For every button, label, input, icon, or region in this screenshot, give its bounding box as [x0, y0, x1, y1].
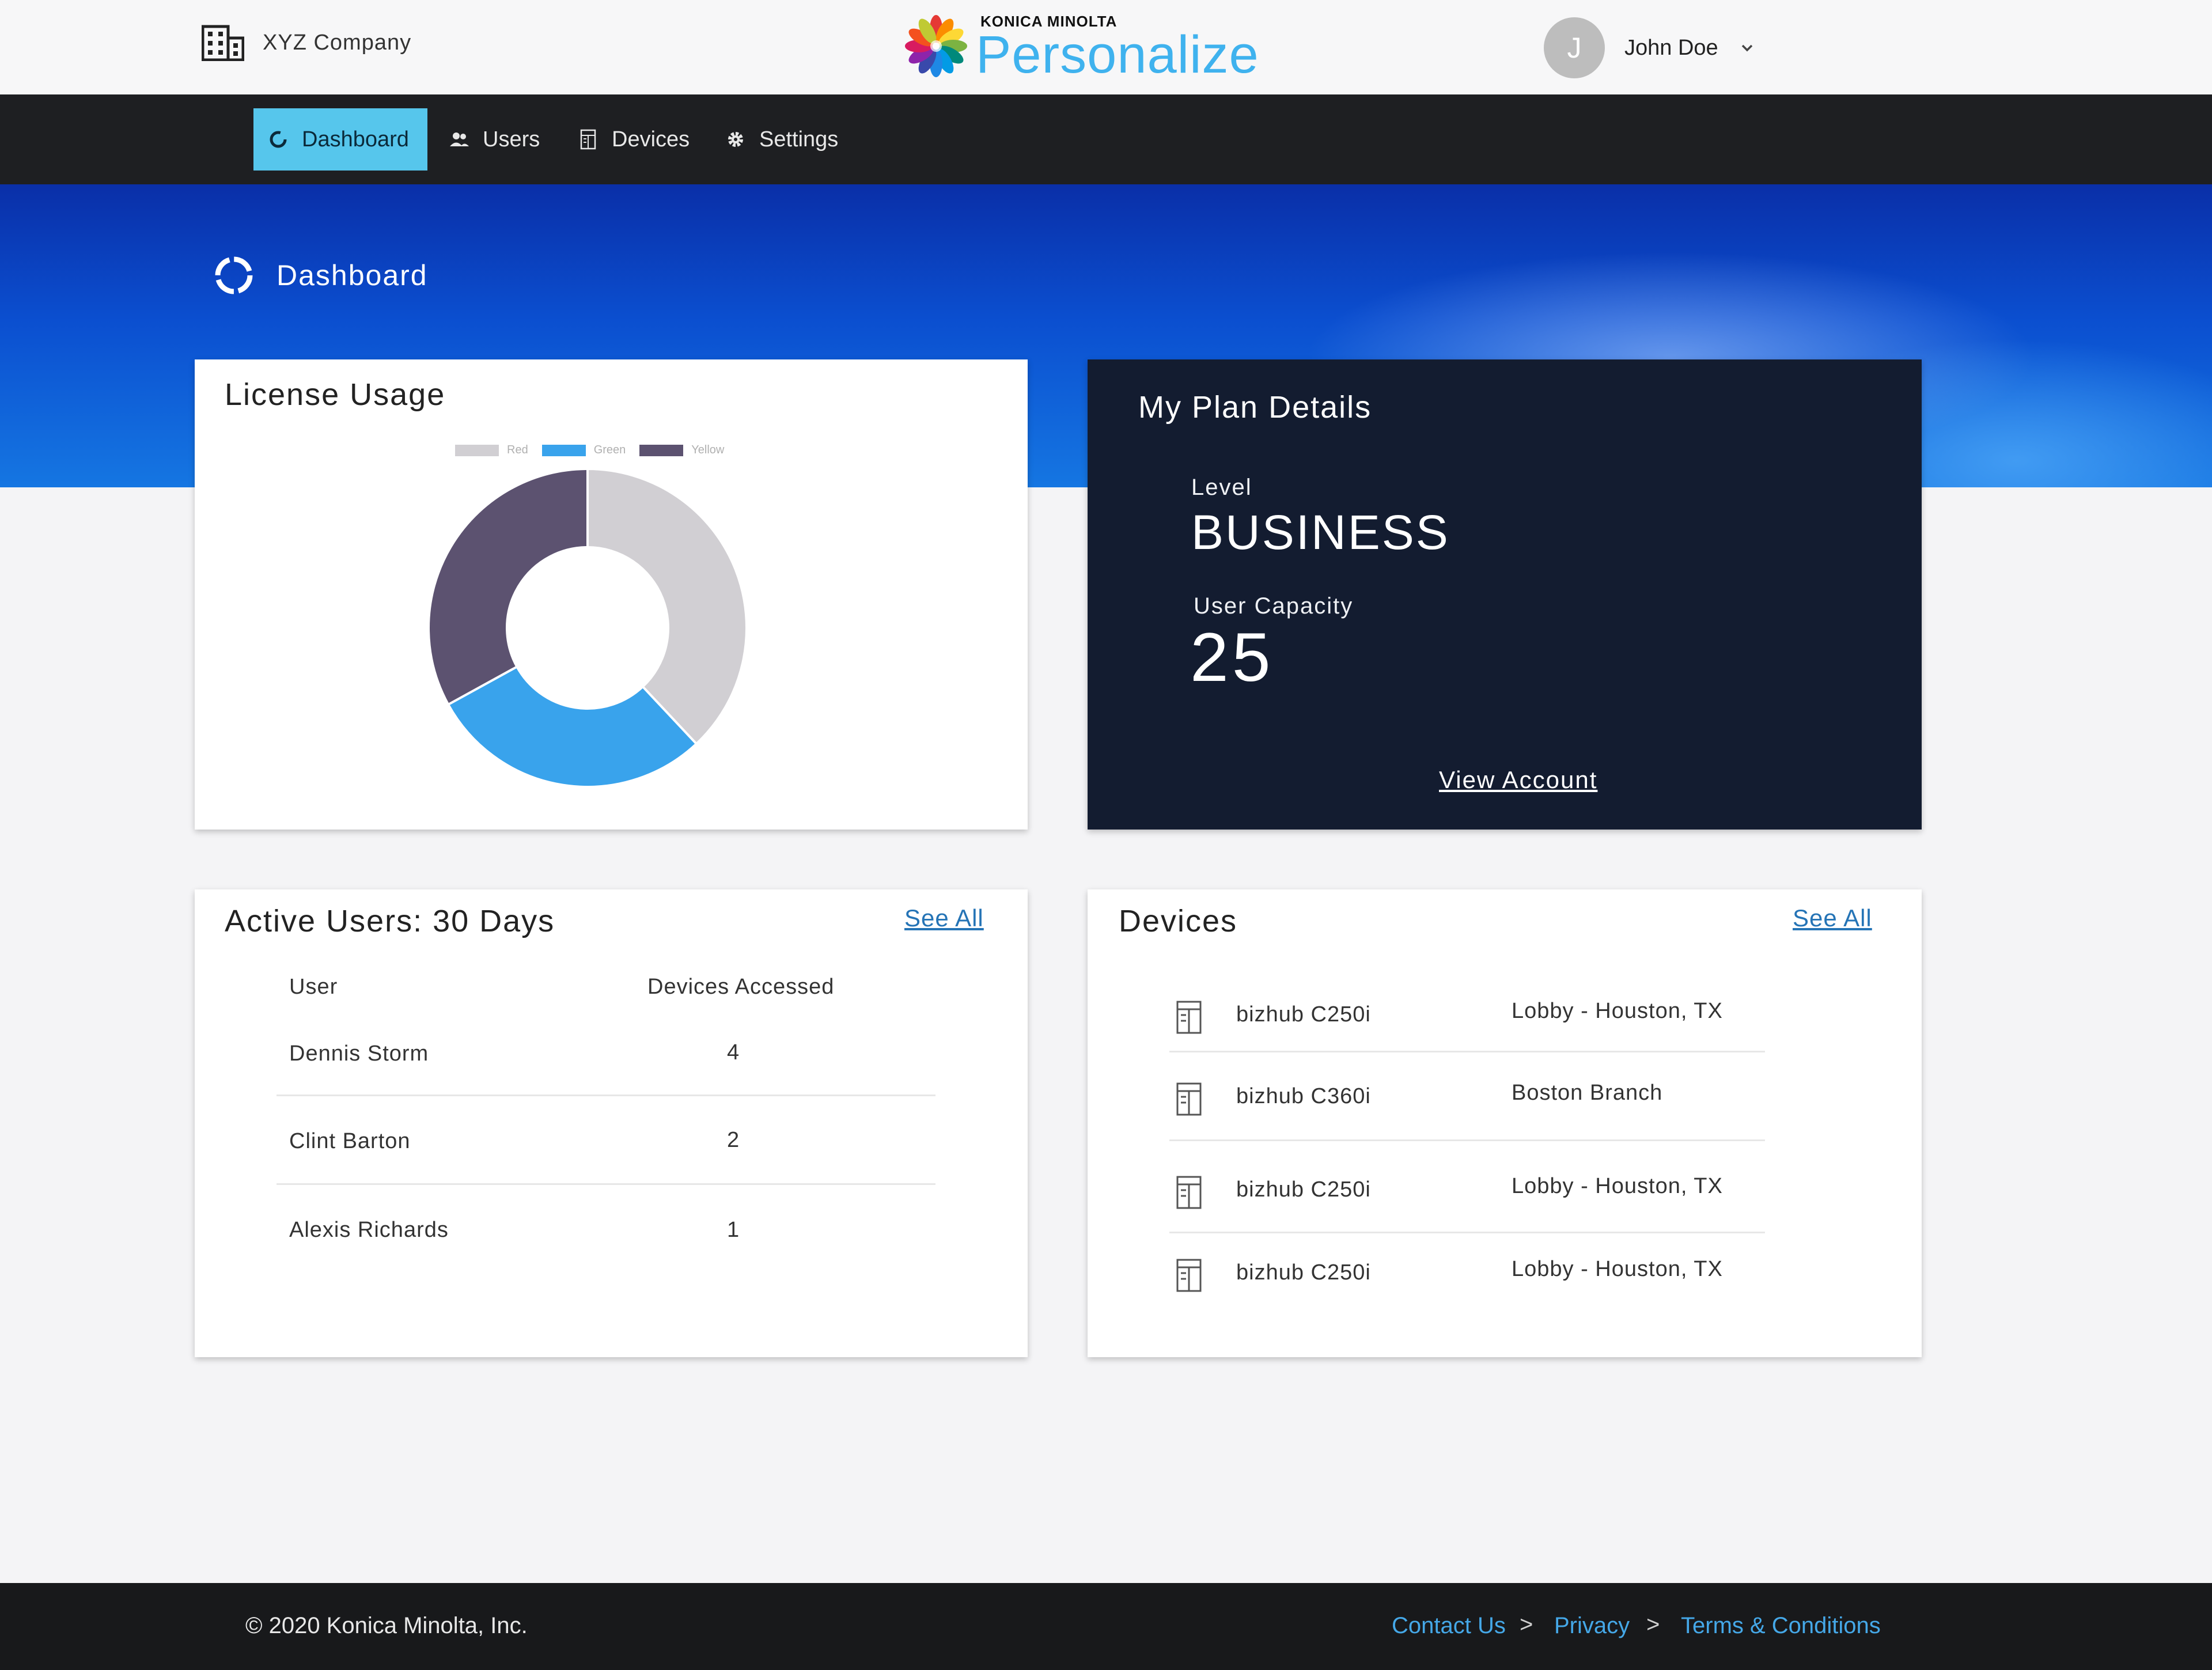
active-users-see-all-link[interactable]: See All: [904, 904, 984, 932]
devices-see-all-link[interactable]: See All: [1793, 904, 1872, 932]
dashboard-ring-icon: [215, 256, 253, 294]
row-divider: [276, 1095, 935, 1096]
view-account-link[interactable]: View Account: [1439, 766, 1597, 794]
footer-link-contact[interactable]: Contact Us: [1392, 1613, 1506, 1639]
device-model: bizhub C250i: [1236, 1002, 1371, 1027]
page-title: Dashboard: [212, 253, 428, 297]
copyright-text: © 2020 Konica Minolta, Inc.: [245, 1613, 528, 1638]
legend-label-green: Green: [593, 444, 626, 456]
nav-settings[interactable]: Settings: [711, 108, 852, 171]
license-usage-title: License Usage: [225, 377, 446, 412]
active-users-card: Active Users: 30 Days See All User Devic…: [195, 889, 1028, 1357]
page-title-text: Dashboard: [276, 259, 428, 291]
konica-flower-logo-icon: [905, 14, 967, 77]
devices-title: Devices: [1119, 904, 1238, 938]
legend-swatch-green: [541, 444, 586, 456]
row-divider: [1169, 1139, 1765, 1141]
chevron-down-icon: [1741, 44, 1752, 52]
footer-link-privacy[interactable]: Privacy: [1554, 1613, 1630, 1639]
nav-settings-label: Settings: [759, 127, 839, 152]
row-divider: [1169, 1051, 1765, 1052]
users-icon: [450, 132, 469, 146]
top-header: XYZ Company KONICA MINOLTA Personalize J…: [0, 0, 2212, 94]
device-location: Lobby - Houston, TX: [1512, 1174, 1723, 1198]
plan-capacity-value: 25: [1190, 619, 1274, 696]
footer-separator: >: [1520, 1612, 1533, 1637]
nav-users[interactable]: Users: [434, 108, 554, 171]
devices-count-cell: 2: [727, 1128, 740, 1152]
user-name: John Doe: [1624, 35, 1718, 60]
nav-dashboard-label: Dashboard: [302, 127, 409, 152]
donut-slice-red[interactable]: [586, 467, 748, 746]
printer-device-icon: [1176, 1001, 1202, 1034]
building-icon: [202, 25, 244, 61]
device-location: Boston Branch: [1512, 1081, 1663, 1105]
plan-details-card: My Plan Details Level BUSINESS User Capa…: [1088, 359, 1922, 830]
devices-card: Devices See All bizhub C250i Lobby - Hou…: [1088, 889, 1922, 1357]
devices-count-cell: 4: [727, 1040, 740, 1065]
column-header-devices-accessed: Devices Accessed: [647, 975, 835, 999]
legend-label-red: Red: [507, 444, 528, 456]
plan-capacity-label: User Capacity: [1194, 593, 1354, 619]
company-name: XYZ Company: [263, 30, 412, 55]
avatar: J: [1544, 17, 1605, 78]
company-selector[interactable]: XYZ Company: [202, 24, 411, 61]
legend-item-green[interactable]: Green: [541, 444, 626, 457]
donut-slice-yellow[interactable]: [427, 467, 589, 706]
plan-title: My Plan Details: [1138, 390, 1372, 425]
nav-devices-label: Devices: [612, 127, 690, 152]
user-menu[interactable]: J John Doe: [1544, 17, 1755, 78]
device-location: Lobby - Houston, TX: [1512, 999, 1723, 1023]
plan-level-label: Level: [1191, 475, 1252, 500]
device-location: Lobby - Houston, TX: [1512, 1257, 1723, 1281]
legend-swatch-red: [455, 444, 499, 456]
user-name-cell: Dennis Storm: [289, 1042, 429, 1066]
row-divider: [276, 1183, 935, 1185]
dashboard-ring-icon: [270, 131, 287, 148]
column-header-user: User: [289, 975, 338, 999]
nav-devices[interactable]: Devices: [563, 108, 703, 171]
devices-count-cell: 1: [727, 1218, 740, 1242]
printer-device-icon: [1176, 1259, 1202, 1292]
footer-link-terms[interactable]: Terms & Conditions: [1681, 1613, 1881, 1639]
device-icon: [580, 129, 596, 150]
legend-item-yellow[interactable]: Yellow: [639, 444, 724, 457]
footer: © 2020 Konica Minolta, Inc. Contact Us >…: [0, 1583, 2212, 1670]
brand-product: Personalize: [976, 25, 1259, 84]
gear-icon: [728, 132, 743, 147]
nav-dashboard[interactable]: Dashboard: [253, 108, 427, 171]
brand-logo[interactable]: KONICA MINOLTA Personalize: [904, 13, 1259, 84]
active-users-title: Active Users: 30 Days: [225, 904, 555, 938]
device-model: bizhub C360i: [1236, 1084, 1371, 1108]
printer-device-icon: [1176, 1082, 1202, 1116]
legend-label-yellow: Yellow: [691, 444, 725, 456]
legend-item-red[interactable]: Red: [455, 444, 528, 457]
user-name-cell: Clint Barton: [289, 1129, 411, 1153]
device-model: bizhub C250i: [1236, 1177, 1371, 1202]
printer-device-icon: [1176, 1176, 1202, 1209]
plan-level-value: BUSINESS: [1191, 505, 1450, 559]
main-nav: Dashboard Users Devices Settings: [0, 94, 2212, 184]
user-name-cell: Alexis Richards: [289, 1218, 449, 1242]
nav-users-label: Users: [483, 127, 540, 152]
footer-separator: >: [1646, 1612, 1660, 1637]
device-model: bizhub C250i: [1236, 1260, 1371, 1285]
license-donut-chart: [427, 467, 748, 788]
chart-legend: Red Green Yellow: [455, 444, 738, 457]
row-divider: [1169, 1232, 1765, 1233]
legend-swatch-yellow: [639, 444, 684, 456]
